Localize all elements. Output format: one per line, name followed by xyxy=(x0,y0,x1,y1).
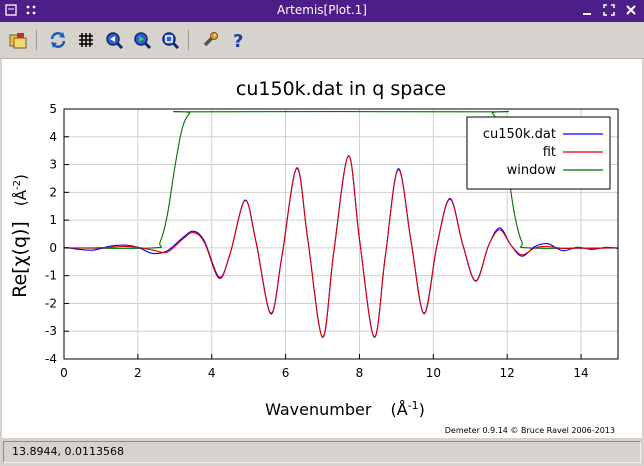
x-tick-label: 2 xyxy=(134,366,142,380)
x-tick-label: 6 xyxy=(282,366,290,380)
refresh-icon[interactable] xyxy=(47,29,69,51)
x-tick-label: 10 xyxy=(426,366,441,380)
maximize-icon[interactable] xyxy=(602,3,616,17)
y-tick-label: 0 xyxy=(49,241,57,255)
x-tick-label: 14 xyxy=(573,366,588,380)
legend-label: window xyxy=(507,163,557,178)
settings-wrench-icon[interactable] xyxy=(199,29,221,51)
coordinate-readout: 13.8944, 0.0113568 xyxy=(3,441,641,463)
y-tick-label: 1 xyxy=(49,213,57,227)
help-icon[interactable]: ? xyxy=(227,29,249,51)
y-axis-label: Re[χ(q)] (Å-2) xyxy=(9,174,31,298)
x-axis-label: Wavenumber (Å-1) xyxy=(265,399,425,419)
legend-label: cu150k.dat xyxy=(483,127,556,142)
open-files-icon[interactable] xyxy=(7,29,29,51)
zoom-fit-icon[interactable] xyxy=(159,29,181,51)
svg-text:?: ? xyxy=(233,31,243,50)
chart: 0 2 4 6 8 10 12 14-4-3-2-1012345 cu150k.dat in … xyxy=(9,78,619,435)
legend-label: fit xyxy=(543,145,556,160)
close-icon[interactable] xyxy=(624,3,638,17)
chart-title: cu150k.dat in q space xyxy=(236,78,446,100)
zoom-left-icon[interactable] xyxy=(103,29,125,51)
zoom-right-icon[interactable] xyxy=(131,29,153,51)
y-tick-label: 5 xyxy=(49,102,57,116)
x-tick-label: 4 xyxy=(208,366,216,380)
y-tick-label: -1 xyxy=(45,269,57,283)
y-tick-label: -4 xyxy=(45,352,57,366)
chart-legend: cu150k.dat fit window xyxy=(466,116,611,190)
credit-text: Demeter 0.9.14 © Bruce Ravel 2006-2013 xyxy=(445,426,615,435)
toolbar-separator xyxy=(36,30,37,50)
x-tick-label: 8 xyxy=(356,366,364,380)
coordinate-text: 13.8944, 0.0113568 xyxy=(12,445,124,458)
window-titlebar: Artemis[Plot.1] xyxy=(0,0,644,22)
y-tick-label: -2 xyxy=(45,296,57,310)
grid-icon[interactable] xyxy=(75,29,97,51)
window-title: Artemis[Plot.1] xyxy=(277,3,367,17)
minimize-icon[interactable] xyxy=(580,3,594,17)
y-tick-label: 2 xyxy=(49,185,57,199)
toolbar-separator xyxy=(188,30,189,50)
x-tick-label: 12 xyxy=(500,366,515,380)
x-tick-label: 0 xyxy=(60,366,68,380)
y-tick-label: -3 xyxy=(45,324,57,338)
y-tick-label: 4 xyxy=(49,130,57,144)
plot-toolbar: ? xyxy=(0,22,644,59)
y-tick-label: 3 xyxy=(49,158,57,172)
status-bar: 13.8944, 0.0113568 xyxy=(0,438,644,466)
plot-canvas[interactable]: 0 2 4 6 8 10 12 14 -4 -3 -2 -1 0 1 2 3 4 5 cu150k.dat in … xyxy=(2,59,642,439)
